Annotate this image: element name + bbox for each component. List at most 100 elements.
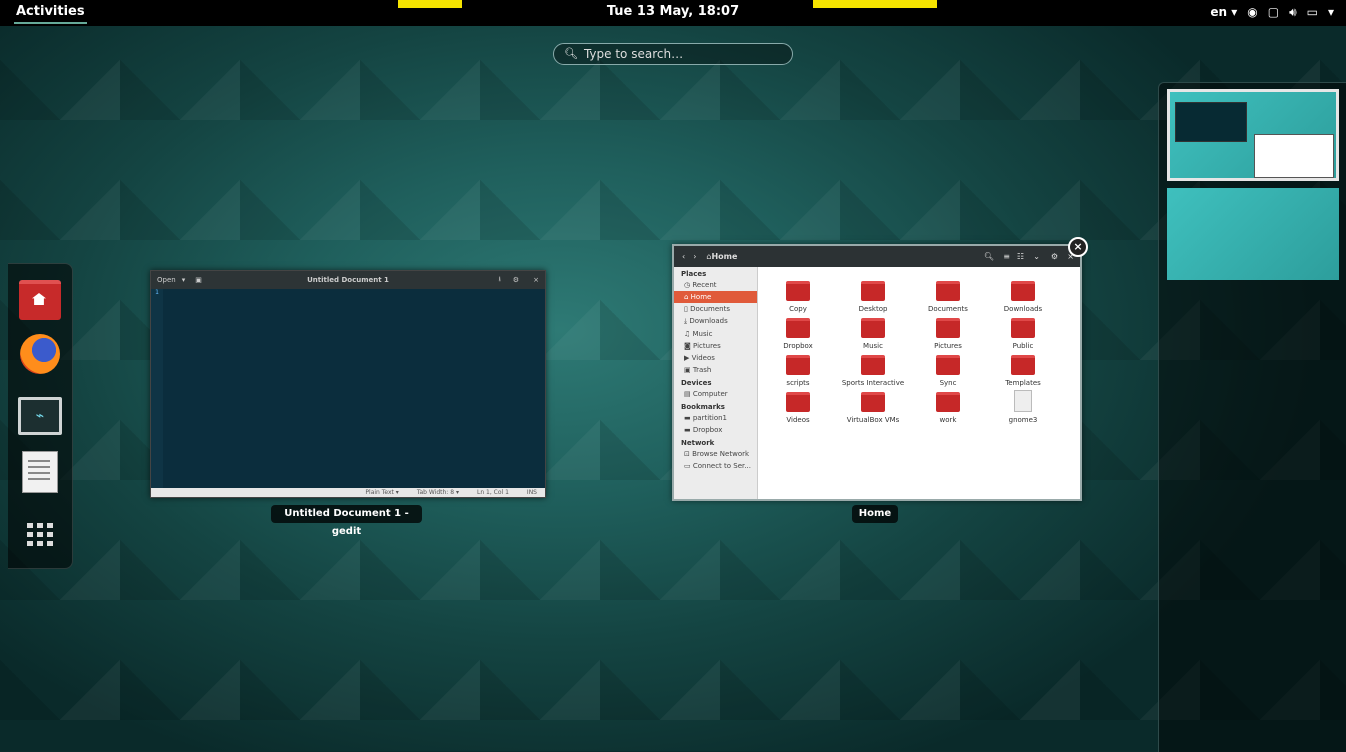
sidebar-item-videos[interactable]: ▶ Videos bbox=[674, 352, 757, 364]
sidebar-item-trash[interactable]: ▣ Trash bbox=[674, 364, 757, 376]
folder-icon bbox=[936, 281, 960, 301]
highlight-marker-right bbox=[813, 0, 937, 8]
sidebar-item-dropbox[interactable]: ▬ Dropbox bbox=[674, 424, 757, 436]
file-item[interactable]: Templates bbox=[986, 346, 1060, 387]
window-title: Untitled Document 1 bbox=[307, 276, 389, 284]
dash-item-firefox[interactable] bbox=[18, 332, 62, 376]
file-item[interactable]: work bbox=[911, 383, 985, 424]
list-view-icon[interactable]: ≡ bbox=[1003, 252, 1010, 261]
file-item[interactable]: Pictures bbox=[911, 309, 985, 350]
places-header: Places bbox=[681, 270, 707, 278]
file-item[interactable]: Downloads bbox=[986, 272, 1060, 313]
grid-icon bbox=[27, 522, 53, 546]
top-bar: Activities Tue 13 May, 18:07 en ▾ ◉ ▢ 🔊︎… bbox=[0, 0, 1346, 26]
folder-icon bbox=[861, 318, 885, 338]
folder-icon bbox=[936, 392, 960, 412]
workspace-thumbnail-1[interactable] bbox=[1167, 89, 1339, 181]
show-applications-button[interactable] bbox=[18, 512, 62, 556]
file-item[interactable]: Documents bbox=[911, 272, 985, 313]
file-item[interactable]: Music bbox=[836, 309, 910, 350]
statusbar: Plain Text ▾ Tab Width: 8 ▾ Ln 1, Col 1 … bbox=[151, 488, 545, 497]
devices-header: Devices bbox=[681, 379, 712, 387]
folder-icon bbox=[1011, 281, 1035, 301]
sidebar-item-computer[interactable]: ▤ Computer bbox=[674, 388, 757, 400]
display-icon[interactable]: ▢ bbox=[1268, 5, 1279, 19]
sidebar-item-pictures[interactable]: ◙ Pictures bbox=[674, 340, 757, 352]
highlight-marker-left bbox=[398, 0, 462, 8]
keyboard-layout-indicator[interactable]: en ▾ bbox=[1210, 5, 1237, 19]
folder-icon bbox=[936, 355, 960, 375]
insert-mode: INS bbox=[526, 489, 537, 496]
accessibility-icon[interactable]: ◉ bbox=[1247, 5, 1257, 19]
file-item[interactable]: Dropbox bbox=[761, 309, 835, 350]
battery-icon[interactable]: ▭ bbox=[1307, 5, 1318, 19]
folder-icon bbox=[786, 318, 810, 338]
window-close-button[interactable]: × bbox=[1068, 237, 1088, 257]
clock[interactable]: Tue 13 May, 18:07 bbox=[600, 0, 746, 24]
search-icon[interactable]: 🔍︎ bbox=[984, 252, 994, 261]
folder-icon bbox=[786, 392, 810, 412]
sidebar-item-recent[interactable]: ◷ Recent bbox=[674, 279, 757, 291]
home-folder-icon bbox=[19, 280, 61, 320]
folder-icon bbox=[786, 281, 810, 301]
folder-icon bbox=[786, 355, 810, 375]
folder-icon bbox=[861, 392, 885, 412]
search-placeholder: Type to search… bbox=[583, 47, 684, 61]
view-options-icon[interactable]: ☷ bbox=[1017, 252, 1024, 261]
dash-item-text-editor[interactable] bbox=[18, 450, 62, 494]
path-bar[interactable]: Home bbox=[711, 252, 737, 261]
file-item[interactable]: VirtualBox VMs bbox=[836, 383, 910, 424]
system-monitor-icon: ⌁ bbox=[18, 397, 62, 435]
sidebar-item-browse-network[interactable]: ⊡ Browse Network bbox=[674, 448, 757, 460]
files-caption[interactable]: Home bbox=[852, 505, 898, 523]
sidebar-item-music[interactable]: ♫ Music bbox=[674, 328, 757, 340]
gedit-window[interactable]: Open ▾ ▣ Untitled Document 1 ⭳ ⚙ × 1 Pla… bbox=[150, 270, 546, 498]
language-selector[interactable]: Plain Text ▾ bbox=[365, 488, 398, 497]
file-item[interactable]: Desktop bbox=[836, 272, 910, 313]
chevron-down-icon[interactable]: ⌄ bbox=[1033, 252, 1040, 261]
folder-icon bbox=[861, 355, 885, 375]
search-icon: 🔍︎ bbox=[564, 47, 578, 60]
activities-button[interactable]: Activities bbox=[14, 2, 87, 24]
gear-icon[interactable]: ⚙ bbox=[1051, 252, 1058, 261]
network-header: Network bbox=[681, 439, 715, 447]
window-thumbnail bbox=[1254, 134, 1334, 178]
line-numbers: 1 bbox=[151, 289, 163, 488]
sidebar-item-partition1[interactable]: ▬ partition1 bbox=[674, 412, 757, 424]
tab-width-selector[interactable]: Tab Width: 8 ▾ bbox=[417, 488, 459, 497]
bookmarks-header: Bookmarks bbox=[681, 403, 725, 411]
close-icon[interactable]: × bbox=[533, 276, 539, 284]
file-item[interactable]: scripts bbox=[761, 346, 835, 387]
sidebar-item-connect-to-server[interactable]: ▭ Connect to Ser... bbox=[674, 460, 757, 472]
files-window[interactable]: ‹ › ⌂ Home 🔍︎ ≡ ☷ ⌄ ⚙ × Places ◷ Recent … bbox=[672, 244, 1082, 501]
cursor-position: Ln 1, Col 1 bbox=[476, 489, 509, 496]
workspace-thumbnail-2[interactable] bbox=[1167, 188, 1339, 280]
back-icon[interactable]: ‹ bbox=[682, 252, 685, 261]
file-item[interactable]: Sports Interactive bbox=[836, 346, 910, 387]
file-grid: Copy Desktop Documents Downloads Dropbox… bbox=[758, 267, 1080, 499]
sidebar-item-home[interactable]: ⌂ Home bbox=[674, 291, 757, 303]
system-tray[interactable]: en ▾ ◉ ▢ 🔊︎ ▭ ▾ bbox=[1210, 0, 1334, 24]
dash-item-system-monitor[interactable]: ⌁ bbox=[18, 394, 62, 438]
folder-icon bbox=[1011, 318, 1035, 338]
chevron-down-icon[interactable]: ▾ bbox=[1328, 5, 1334, 19]
volume-icon[interactable]: 🔊︎ bbox=[1289, 5, 1297, 20]
text-editor-icon bbox=[22, 451, 58, 493]
files-sidebar: Places ◷ Recent ⌂ Home ▯ Documents ⤓ Dow… bbox=[674, 267, 758, 499]
firefox-icon bbox=[20, 334, 60, 374]
search-input[interactable]: 🔍︎ Type to search… bbox=[553, 43, 793, 65]
file-item[interactable]: Copy bbox=[761, 272, 835, 313]
file-item[interactable]: gnome3 bbox=[986, 383, 1060, 424]
sidebar-item-downloads[interactable]: ⤓ Downloads bbox=[674, 315, 757, 328]
file-item[interactable]: Public bbox=[986, 309, 1060, 350]
sidebar-item-documents[interactable]: ▯ Documents bbox=[674, 303, 757, 315]
file-item[interactable]: Videos bbox=[761, 383, 835, 424]
gedit-caption[interactable]: Untitled Document 1 - gedit bbox=[271, 505, 422, 537]
window-thumbnail bbox=[1175, 102, 1247, 142]
file-item[interactable]: Sync bbox=[911, 346, 985, 387]
gear-icon[interactable]: ⚙ bbox=[513, 276, 519, 284]
folder-icon bbox=[1011, 355, 1035, 375]
dash-item-files[interactable] bbox=[18, 278, 62, 322]
save-icon[interactable]: ⭳ bbox=[499, 275, 501, 286]
forward-icon[interactable]: › bbox=[693, 252, 696, 261]
